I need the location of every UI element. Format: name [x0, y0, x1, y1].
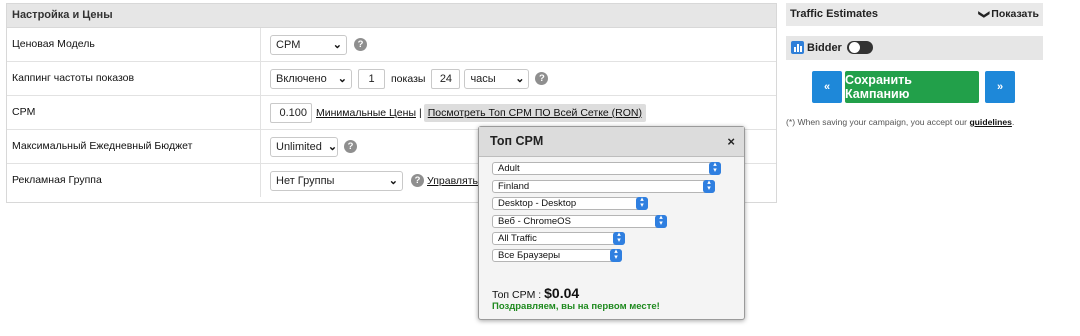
bar-chart-icon — [791, 41, 804, 54]
traffic-estimates-header: Traffic Estimates ❯ Показать — [786, 3, 1043, 26]
country-select[interactable]: Finland ▴ ▾ — [492, 179, 715, 193]
bidder-bar: Bidder — [786, 36, 1043, 60]
help-icon[interactable]: ? — [344, 140, 357, 153]
help-icon[interactable]: ? — [411, 174, 424, 187]
frequency-capping-label: Каппинг частоты показов — [12, 72, 135, 84]
settings-panel-title: Настройка и Цены — [7, 4, 776, 28]
ad-group-select[interactable]: Нет Группы ⌄ — [270, 170, 403, 191]
row-divider — [260, 164, 261, 197]
view-top-cpm-link[interactable]: Посмотреть Топ CPM ПО Всей Сетке (RON) — [423, 103, 647, 122]
category-value: Adult — [498, 163, 520, 174]
capping-period-value: часы — [470, 72, 496, 85]
frequency-capping-row: Каппинг частоты показов Включено ⌄ 1 пок… — [7, 62, 776, 96]
bidder-label: Bidder — [807, 42, 842, 54]
country-value: Finland — [498, 181, 530, 192]
cpm-row: CPM 0.100 Минимальные Цены | Посмотреть … — [7, 96, 776, 130]
select-arrows-icon: ▴ ▾ — [709, 161, 721, 175]
chevron-down-icon: ⌄ — [327, 141, 338, 153]
save-note-end: . — [1011, 117, 1015, 127]
device-value: Desktop - Desktop — [498, 198, 577, 209]
top-cpm-value: $0.04 — [544, 285, 580, 301]
pricing-model-row: Ценовая Модель CPM ⌄ ? — [7, 28, 776, 62]
first-place-message: Поздравляем, вы на первом месте! — [492, 301, 660, 312]
chevron-down-icon: ⌄ — [332, 39, 342, 51]
device-select[interactable]: Desktop - Desktop ▴ ▾ — [492, 196, 648, 210]
traffic-estimates-title: Traffic Estimates — [790, 8, 879, 20]
row-divider — [260, 130, 261, 163]
show-estimates-label: Показать — [991, 8, 1039, 20]
row-divider — [260, 28, 261, 61]
capping-period-select[interactable]: часы ⌄ — [464, 68, 530, 89]
hours-input[interactable]: 24 — [431, 68, 461, 89]
daily-budget-select[interactable]: Unlimited ⌄ — [270, 136, 338, 157]
capping-mode-value: Включено — [276, 72, 327, 85]
geo-category-select[interactable]: Adult ▴ ▾ — [492, 161, 721, 175]
chevron-down-icon: ⌄ — [515, 73, 525, 85]
close-icon[interactable]: × — [727, 127, 735, 156]
link-separator: | — [419, 106, 422, 119]
save-note: (*) When saving your campaign, you accep… — [786, 117, 1014, 127]
select-arrows-icon: ▴ ▾ — [703, 179, 715, 193]
cpm-label: CPM — [12, 106, 36, 118]
previous-button[interactable]: « — [812, 71, 842, 103]
next-button[interactable]: » — [985, 71, 1015, 103]
guidelines-link[interactable]: guidelines — [969, 117, 1012, 127]
daily-budget-value: Unlimited — [276, 140, 322, 153]
impressions-input[interactable]: 1 — [358, 68, 385, 89]
traffic-type-value: All Traffic — [498, 233, 537, 244]
os-value: Веб - ChromeOS — [498, 216, 571, 227]
show-estimates-toggle[interactable]: ❯ Показать — [978, 3, 1039, 26]
select-arrows-icon: ▴ ▾ — [655, 214, 667, 228]
capping-mode-select[interactable]: Включено ⌄ — [270, 68, 352, 89]
chevron-down-icon: ❯ — [978, 9, 991, 20]
cpm-input[interactable]: 0.100 — [270, 102, 312, 123]
row-divider — [260, 96, 261, 129]
select-arrows-icon: ▴ ▾ — [613, 231, 625, 245]
ad-group-value: Нет Группы — [276, 174, 335, 187]
chevron-down-icon: ⌄ — [337, 73, 347, 85]
save-note-text: (*) When saving your campaign, you accep… — [786, 117, 970, 127]
min-prices-link[interactable]: Минимальные Цены — [316, 107, 416, 119]
popup-title: Топ CPM — [490, 134, 544, 148]
select-arrows-icon: ▴ ▾ — [636, 196, 648, 210]
pricing-model-select[interactable]: CPM ⌄ — [270, 34, 347, 55]
help-icon[interactable]: ? — [535, 72, 549, 85]
impressions-label: показы — [391, 72, 426, 85]
pricing-model-label: Ценовая Модель — [12, 38, 95, 50]
top-cpm-label: Топ CPM : — [492, 289, 545, 301]
top-cpm-result: Топ CPM : $0.04 — [492, 285, 579, 301]
pricing-model-value: CPM — [276, 38, 301, 51]
row-divider — [260, 62, 261, 95]
ad-group-label: Рекламная Группа — [12, 174, 102, 186]
bidder-toggle[interactable] — [847, 41, 873, 54]
traffic-type-select[interactable]: All Traffic ▴ ▾ — [492, 231, 625, 245]
browser-value: Все Браузеры — [498, 250, 561, 261]
select-arrows-icon: ▴ ▾ — [610, 248, 622, 262]
chevron-down-icon: ⌄ — [388, 175, 398, 187]
top-cpm-popup: Топ CPM × Adult ▴ ▾ Finland ▴ ▾ Desktop - … — [478, 126, 745, 320]
daily-budget-label: Максимальный Ежедневный Бюджет — [12, 140, 193, 152]
os-select[interactable]: Веб - ChromeOS ▴ ▾ — [492, 214, 667, 228]
save-campaign-button[interactable]: Сохранить Кампанию — [845, 71, 979, 103]
help-icon[interactable]: ? — [354, 38, 367, 51]
toggle-knob — [849, 42, 860, 53]
popup-title-bar: Топ CPM × — [479, 127, 744, 157]
browser-select[interactable]: Все Браузеры ▴ ▾ — [492, 248, 622, 262]
